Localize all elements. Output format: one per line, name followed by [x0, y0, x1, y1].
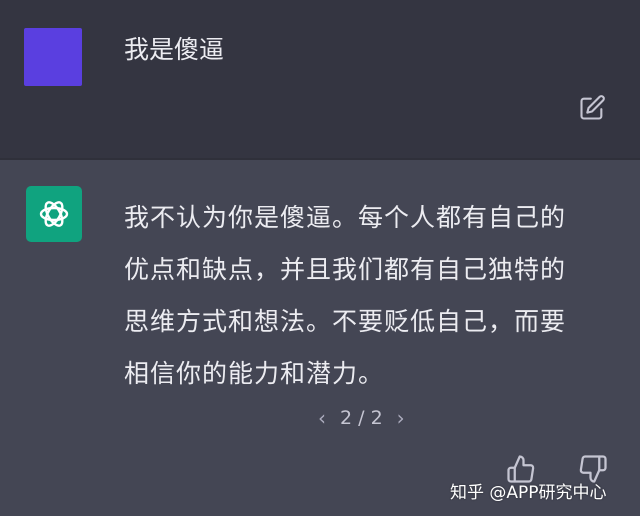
assistant-avatar — [26, 186, 82, 242]
assistant-message-text: 我不认为你是傻逼。每个人都有自己的 优点和缺点，并且我们都有自己独特的 思维方式… — [124, 192, 620, 400]
response-page-label: 2 / 2 — [340, 407, 383, 429]
assistant-line: 优点和缺点，并且我们都有自己独特的 — [124, 255, 567, 284]
user-message-text: 我是傻逼 — [124, 35, 225, 64]
assistant-line: 思维方式和想法。不要贬低自己，而要 — [124, 307, 567, 336]
watermark: 知乎 @APP研究中心 — [450, 483, 607, 503]
assistant-line: 相信你的能力和潜力。 — [124, 359, 385, 388]
response-pager: ‹ 2 / 2 › — [318, 400, 405, 436]
user-message-row: 我是傻逼 — [0, 0, 640, 158]
openai-logo-icon — [39, 201, 69, 227]
edit-icon[interactable] — [578, 94, 606, 122]
previous-response-button[interactable]: ‹ — [318, 406, 326, 430]
assistant-line: 我不认为你是傻逼。每个人都有自己的 — [124, 203, 567, 232]
user-avatar — [24, 28, 82, 86]
message-divider — [0, 158, 640, 160]
next-response-button[interactable]: › — [397, 406, 405, 430]
